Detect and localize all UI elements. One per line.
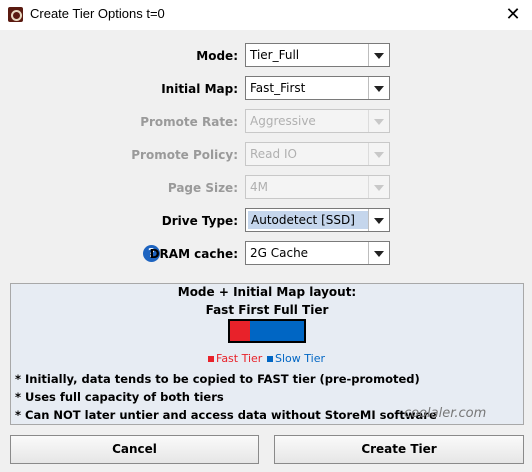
legend-slow-label: Slow Tier <box>275 352 325 365</box>
promote-policy-value: Read IO <box>250 147 297 161</box>
close-icon[interactable]: ✕ <box>494 0 532 30</box>
chevron-down-icon[interactable] <box>368 77 389 99</box>
promote-rate-label: Promote Rate: <box>140 115 238 129</box>
page-size-value: 4M <box>250 180 268 194</box>
page-size-label: Page Size: <box>167 181 238 195</box>
chevron-down-icon[interactable] <box>368 44 389 66</box>
app-icon <box>8 7 23 22</box>
chevron-down-icon[interactable] <box>368 209 389 231</box>
watermark: coolaler.com <box>378 385 528 425</box>
create-tier-button[interactable]: Create Tier <box>274 435 524 464</box>
mode-label: Mode: <box>196 49 238 63</box>
cancel-button[interactable]: Cancel <box>10 435 259 464</box>
dram-cache-value: 2G Cache <box>250 246 309 260</box>
promote-policy-label: Promote Policy: <box>131 148 238 162</box>
mode-select[interactable]: Tier_Full <box>245 43 390 67</box>
chevron-down-icon[interactable] <box>368 242 389 264</box>
initial-map-label: Initial Map: <box>161 82 238 96</box>
drive-type-value: Autodetect [SSD] <box>248 211 370 229</box>
initial-map-select[interactable]: Fast_First <box>245 76 390 100</box>
note-line: * Uses full capacity of both tiers <box>15 390 224 404</box>
tier-layout-bar <box>228 319 306 343</box>
layout-heading: Mode + Initial Map layout: <box>177 285 357 299</box>
legend-slow-tier: Slow Tier <box>267 352 325 365</box>
fast-tier-swatch <box>208 356 214 362</box>
promote-rate-select: Aggressive <box>245 109 390 133</box>
fast-tier-segment <box>230 321 250 341</box>
chevron-down-icon <box>368 176 389 198</box>
title-bar: Create Tier Options t=0 ✕ <box>0 0 532 30</box>
layout-subheading: Fast First Full Tier <box>205 303 329 317</box>
slow-tier-swatch <box>267 356 273 362</box>
drive-type-label: Drive Type: <box>161 214 238 228</box>
note-line: * Can NOT later untier and access data w… <box>15 408 437 422</box>
legend-fast-tier: Fast Tier <box>208 352 262 365</box>
window-title: Create Tier Options t=0 <box>30 6 165 21</box>
note-line: * Initially, data tends to be copied to … <box>15 372 420 386</box>
chevron-down-icon <box>368 143 389 165</box>
dram-cache-select[interactable]: 2G Cache <box>245 241 390 265</box>
promote-rate-value: Aggressive <box>250 114 316 128</box>
page-size-select: 4M <box>245 175 390 199</box>
initial-map-value: Fast_First <box>250 81 306 95</box>
chevron-down-icon <box>368 110 389 132</box>
dram-cache-label: DRAM cache: <box>149 247 238 261</box>
promote-policy-select: Read IO <box>245 142 390 166</box>
watermark-text: coolaler.com <box>404 406 487 421</box>
drive-type-select[interactable]: Autodetect [SSD] <box>245 208 390 232</box>
legend-fast-label: Fast Tier <box>216 352 263 365</box>
mode-value: Tier_Full <box>250 48 300 62</box>
